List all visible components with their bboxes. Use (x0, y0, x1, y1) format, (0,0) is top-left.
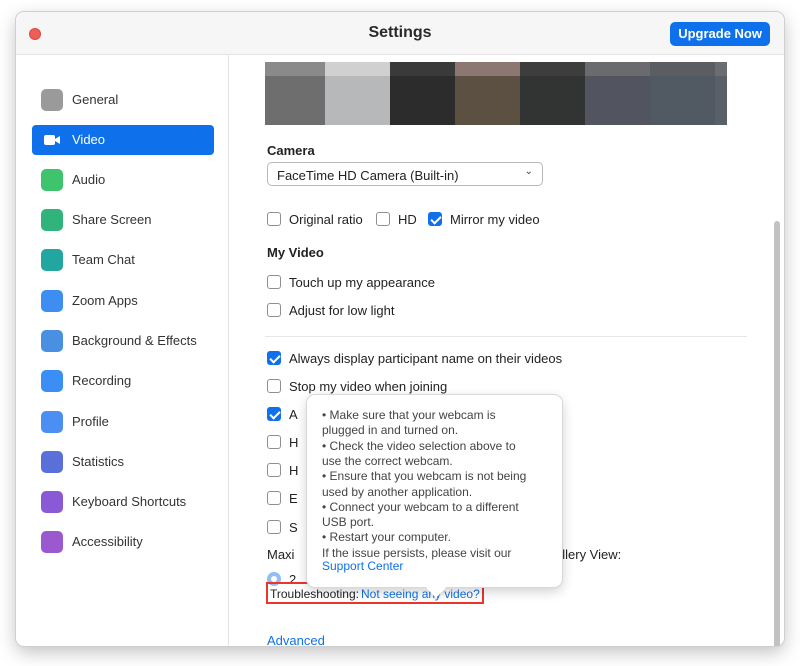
tooltip-line: • Check the video selection above to (322, 438, 516, 453)
meeting-option-checkbox[interactable] (267, 435, 281, 449)
low-light-label: Adjust for low light (289, 303, 395, 318)
low-light-checkbox[interactable] (267, 303, 281, 317)
meeting-option-label: A (289, 407, 298, 422)
meeting-option-label: E (289, 491, 298, 506)
meeting-option-checkbox[interactable] (267, 491, 281, 505)
camera-preview (265, 62, 727, 125)
meeting-option-label: Stop my video when joining (289, 379, 448, 394)
sidebar-item-video[interactable]: Video (32, 125, 214, 155)
apps-icon (41, 290, 63, 312)
sidebar-item-label: Keyboard Shortcuts (72, 494, 187, 509)
support-center-link[interactable]: Support Center (322, 559, 403, 573)
my-video-section-title: My Video (267, 245, 324, 260)
original-ratio-checkbox[interactable] (267, 212, 281, 226)
accessibility-icon (41, 531, 63, 553)
original-ratio-label: Original ratio (289, 212, 363, 227)
mirror-video-label: Mirror my video (450, 212, 540, 227)
not-seeing-video-link[interactable]: Not seeing any video? (361, 587, 480, 601)
sidebar-item-label: Team Chat (72, 252, 135, 267)
tooltip-line: If the issue persists, please visit our (322, 545, 512, 560)
sidebar-item-accessibility[interactable]: Accessibility (32, 527, 214, 557)
sidebar-item-label: Background & Effects (72, 333, 197, 348)
title-bar: Settings Upgrade Now (16, 12, 784, 55)
chat-icon (41, 249, 63, 271)
background-icon (41, 330, 63, 352)
mirror-video-checkbox[interactable] (428, 212, 442, 226)
statistics-icon (41, 451, 63, 473)
record-icon (41, 370, 63, 392)
sidebar-item-background-effects[interactable]: Background & Effects (32, 326, 214, 356)
tooltip-line: plugged in and turned on. (322, 423, 459, 438)
tooltip-line: used by another application. (322, 484, 473, 499)
hd-checkbox[interactable] (376, 212, 390, 226)
sidebar-item-general[interactable]: General (32, 85, 214, 115)
meeting-option-checkbox[interactable] (267, 351, 281, 365)
sidebar-item-keyboard-shortcuts[interactable]: Keyboard Shortcuts (32, 487, 214, 517)
sidebar-item-label: Zoom Apps (72, 293, 138, 308)
tooltip-line: • Restart your computer. (322, 530, 451, 545)
sidebar-item-label: Profile (72, 414, 109, 429)
scrollbar[interactable] (774, 221, 780, 646)
sidebar-item-label: Video (72, 132, 106, 147)
meeting-option-checkbox[interactable] (267, 463, 281, 477)
sidebar-item-team-chat[interactable]: Team Chat (32, 245, 214, 275)
max-participants-label-suffix: allery View: (555, 547, 622, 562)
sidebar-item-profile[interactable]: Profile (32, 407, 214, 437)
share-screen-icon (41, 209, 63, 231)
upgrade-now-button[interactable]: Upgrade Now (670, 22, 770, 46)
camera-section-title: Camera (267, 143, 315, 158)
headphones-icon (41, 169, 63, 191)
settings-window: Settings Upgrade Now General Video Audio Sh… (16, 12, 784, 646)
sidebar-item-label: Audio (72, 172, 106, 187)
sidebar-item-label: General (72, 92, 119, 107)
meeting-option-label: Always display participant name on their… (289, 351, 563, 366)
window-title: Settings (368, 24, 432, 41)
sidebar-item-label: Statistics (72, 454, 125, 469)
camera-select[interactable]: FaceTime HD Camera (Built-in) ⌄ (267, 162, 543, 186)
sidebar-item-label: Recording (72, 373, 132, 388)
troubleshooting-tooltip: Support Center • Make sure that your web… (307, 395, 562, 587)
meeting-option-label: H (289, 463, 299, 478)
advanced-button[interactable]: Advanced (267, 633, 325, 646)
sidebar-item-recording[interactable]: Recording (32, 366, 214, 396)
meeting-option-label: S (289, 520, 298, 535)
sidebar-item-label: Accessibility (72, 534, 143, 549)
keyboard-icon (41, 491, 63, 513)
chevron-down-icon: ⌄ (524, 166, 533, 177)
meeting-option-checkbox[interactable] (267, 407, 281, 421)
meeting-option-checkbox[interactable] (267, 379, 281, 393)
sidebar-item-share-screen[interactable]: Share Screen (32, 205, 214, 235)
touch-up-label: Touch up my appearance (289, 275, 435, 290)
meeting-option-checkbox[interactable] (267, 520, 281, 534)
meeting-option-label: H (289, 435, 299, 450)
tooltip-line: • Make sure that your webcam is (322, 408, 496, 422)
troubleshooting-label: Troubleshooting: (270, 587, 359, 601)
tooltip-line: • Connect your webcam to a different (322, 499, 519, 514)
settings-sidebar: General Video Audio Share Screen Team Chat Zo… (16, 55, 229, 646)
tooltip-line: use the correct webcam. (322, 453, 453, 468)
tooltip-line: • Ensure that you webcam is not being (322, 469, 527, 484)
touch-up-checkbox[interactable] (267, 275, 281, 289)
max-participants-label-prefix: Maxi (267, 547, 295, 562)
profile-icon (41, 411, 63, 433)
hd-label: HD (398, 212, 417, 227)
sidebar-item-zoom-apps[interactable]: Zoom Apps (32, 286, 214, 316)
sidebar-item-statistics[interactable]: Statistics (32, 447, 214, 477)
video-camera-icon (41, 129, 63, 151)
sidebar-item-label: Share Screen (72, 212, 152, 227)
video-settings-panel: Camera FaceTime HD Camera (Built-in) ⌄ O… (229, 55, 784, 646)
section-divider (265, 336, 747, 337)
camera-select-value: FaceTime HD Camera (Built-in) (277, 168, 459, 183)
tooltip-line: USB port. (322, 515, 375, 530)
gear-icon (41, 89, 63, 111)
sidebar-item-audio[interactable]: Audio (32, 165, 214, 195)
